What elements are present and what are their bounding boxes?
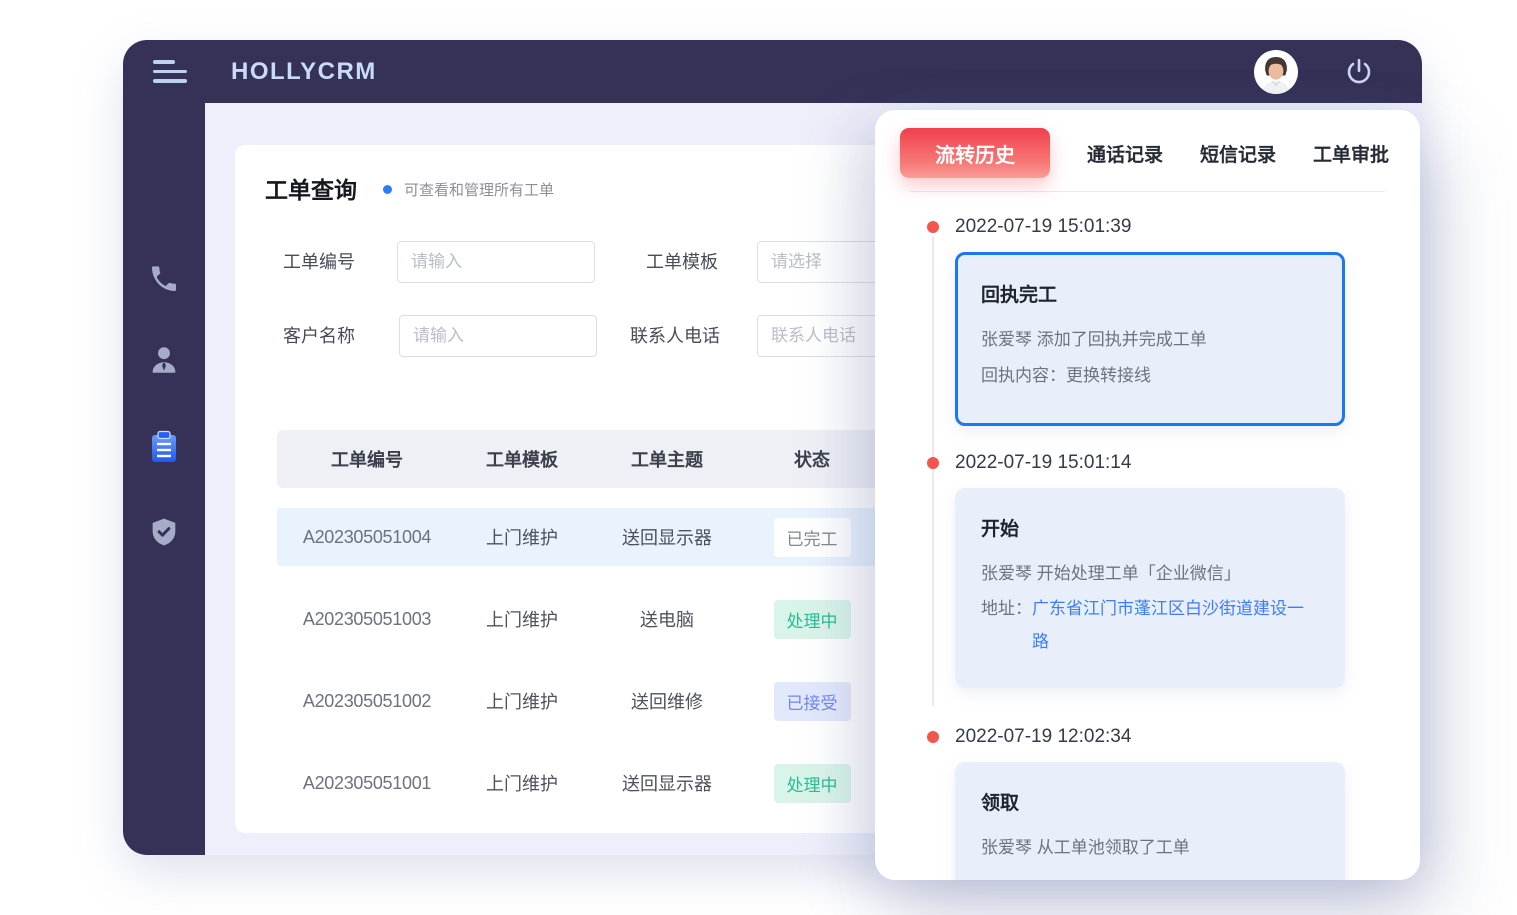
clipboard-glyph [146, 429, 182, 465]
person-icon[interactable] [145, 341, 183, 379]
flow-history-timeline: 2022-07-19 15:01:39 回执完工 张爱琴 添加了回执并完成工单 … [875, 192, 1420, 880]
timeline-timestamp: 2022-07-19 12:02:34 [955, 726, 1131, 748]
timeline-timestamp: 2022-07-19 15:01:14 [955, 452, 1131, 474]
cell-order-id: A202305051002 [277, 691, 457, 712]
col-header: 工单主题 [587, 446, 747, 472]
cell-subject: 送回维修 [587, 688, 747, 714]
timeline-card-title: 回执完工 [981, 280, 1319, 307]
cell-template: 上门维护 [457, 688, 587, 714]
cell-subject: 送回显示器 [587, 524, 747, 550]
menu-icon[interactable] [153, 57, 189, 87]
col-header: 状态 [747, 446, 877, 472]
timeline-card-line: 回执内容：更换转接线 [981, 358, 1319, 394]
cell-subject: 送电脑 [587, 606, 747, 632]
timeline-timestamp: 2022-07-19 15:01:39 [955, 216, 1131, 238]
status-badge: 已接受 [774, 682, 851, 721]
shield-glyph [148, 516, 180, 548]
phone-glyph [148, 263, 180, 295]
filter-label-order-id: 工单编号 [283, 241, 355, 283]
phone-icon[interactable] [145, 260, 183, 298]
top-bar: HOLLYCRM [123, 40, 1422, 103]
power-glyph [1344, 57, 1374, 87]
page-subtitle: 可查看和管理所有工单 [404, 179, 554, 200]
timeline-card-selected[interactable]: 回执完工 张爱琴 添加了回执并完成工单 回执内容：更换转接线 [955, 252, 1345, 426]
tab-flow-history[interactable]: 流转历史 [900, 128, 1050, 178]
status-badge: 处理中 [774, 764, 851, 803]
filter-label-template: 工单模板 [646, 241, 718, 283]
cell-template: 上门维护 [457, 606, 587, 632]
customer-name-input[interactable] [399, 315, 597, 357]
menu-bar [153, 79, 187, 83]
timeline-dot [927, 731, 939, 743]
menu-bar [153, 70, 187, 74]
workorder-detail-panel: 流转历史 通话记录 短信记录 工单审批 2022-07-19 15:01:39 … [875, 110, 1420, 880]
cell-subject: 送回显示器 [587, 770, 747, 796]
timeline-card[interactable]: 领取 张爱琴 从工单池领取了工单 [955, 762, 1345, 880]
address-link[interactable]: 广东省江门市蓬江区白沙街道建设一路 [1032, 592, 1319, 658]
tab-call-records[interactable]: 通话记录 [1087, 140, 1163, 167]
col-header: 工单模板 [457, 446, 587, 472]
cell-template: 上门维护 [457, 770, 587, 796]
timeline-entry-head: 2022-07-19 15:01:39 [875, 216, 1420, 238]
timeline-card-title: 开始 [981, 514, 1319, 541]
cell-order-id: A202305051003 [277, 609, 457, 630]
filter-label-customer: 客户名称 [283, 315, 355, 357]
power-icon[interactable] [1344, 57, 1374, 87]
user-avatar[interactable] [1254, 50, 1298, 94]
menu-bar [153, 60, 175, 64]
timeline-card-line: 张爱琴 添加了回执并完成工单 [981, 322, 1319, 358]
person-glyph [147, 343, 181, 377]
avatar-image [1254, 50, 1298, 94]
col-header: 工单编号 [277, 446, 457, 472]
address-label: 地址： [981, 592, 1032, 658]
tab-sms-records[interactable]: 短信记录 [1200, 140, 1276, 167]
timeline-card-title: 领取 [981, 788, 1319, 815]
shield-check-icon[interactable] [145, 513, 183, 551]
status-badge: 已完工 [774, 518, 851, 557]
cell-template: 上门维护 [457, 524, 587, 550]
order-id-input[interactable] [397, 241, 595, 283]
clipboard-icon[interactable] [145, 428, 183, 466]
timeline-card-line: 张爱琴 从工单池领取了工单 [981, 830, 1319, 866]
timeline-dot [927, 221, 939, 233]
page-title: 工单查询 [265, 171, 357, 205]
cell-order-id: A202305051001 [277, 773, 457, 794]
timeline-card[interactable]: 开始 张爱琴 开始处理工单「企业微信」 地址： 广东省江门市蓬江区白沙街道建设一… [955, 488, 1345, 688]
app-logo: HOLLYCRM [231, 58, 377, 86]
subtitle-dot [383, 185, 392, 194]
sidebar [123, 103, 205, 855]
timeline-entry-head: 2022-07-19 15:01:14 [875, 452, 1420, 474]
detail-tabs: 流转历史 通话记录 短信记录 工单审批 [875, 110, 1420, 178]
timeline-dot [927, 457, 939, 469]
filter-label-phone: 联系人电话 [630, 315, 720, 357]
cell-order-id: A202305051004 [277, 527, 457, 548]
tab-approval[interactable]: 工单审批 [1313, 140, 1389, 167]
status-badge: 处理中 [774, 600, 851, 639]
timeline-card-line: 张爱琴 开始处理工单「企业微信」 [981, 556, 1319, 592]
timeline-entry-head: 2022-07-19 12:02:34 [875, 726, 1420, 748]
